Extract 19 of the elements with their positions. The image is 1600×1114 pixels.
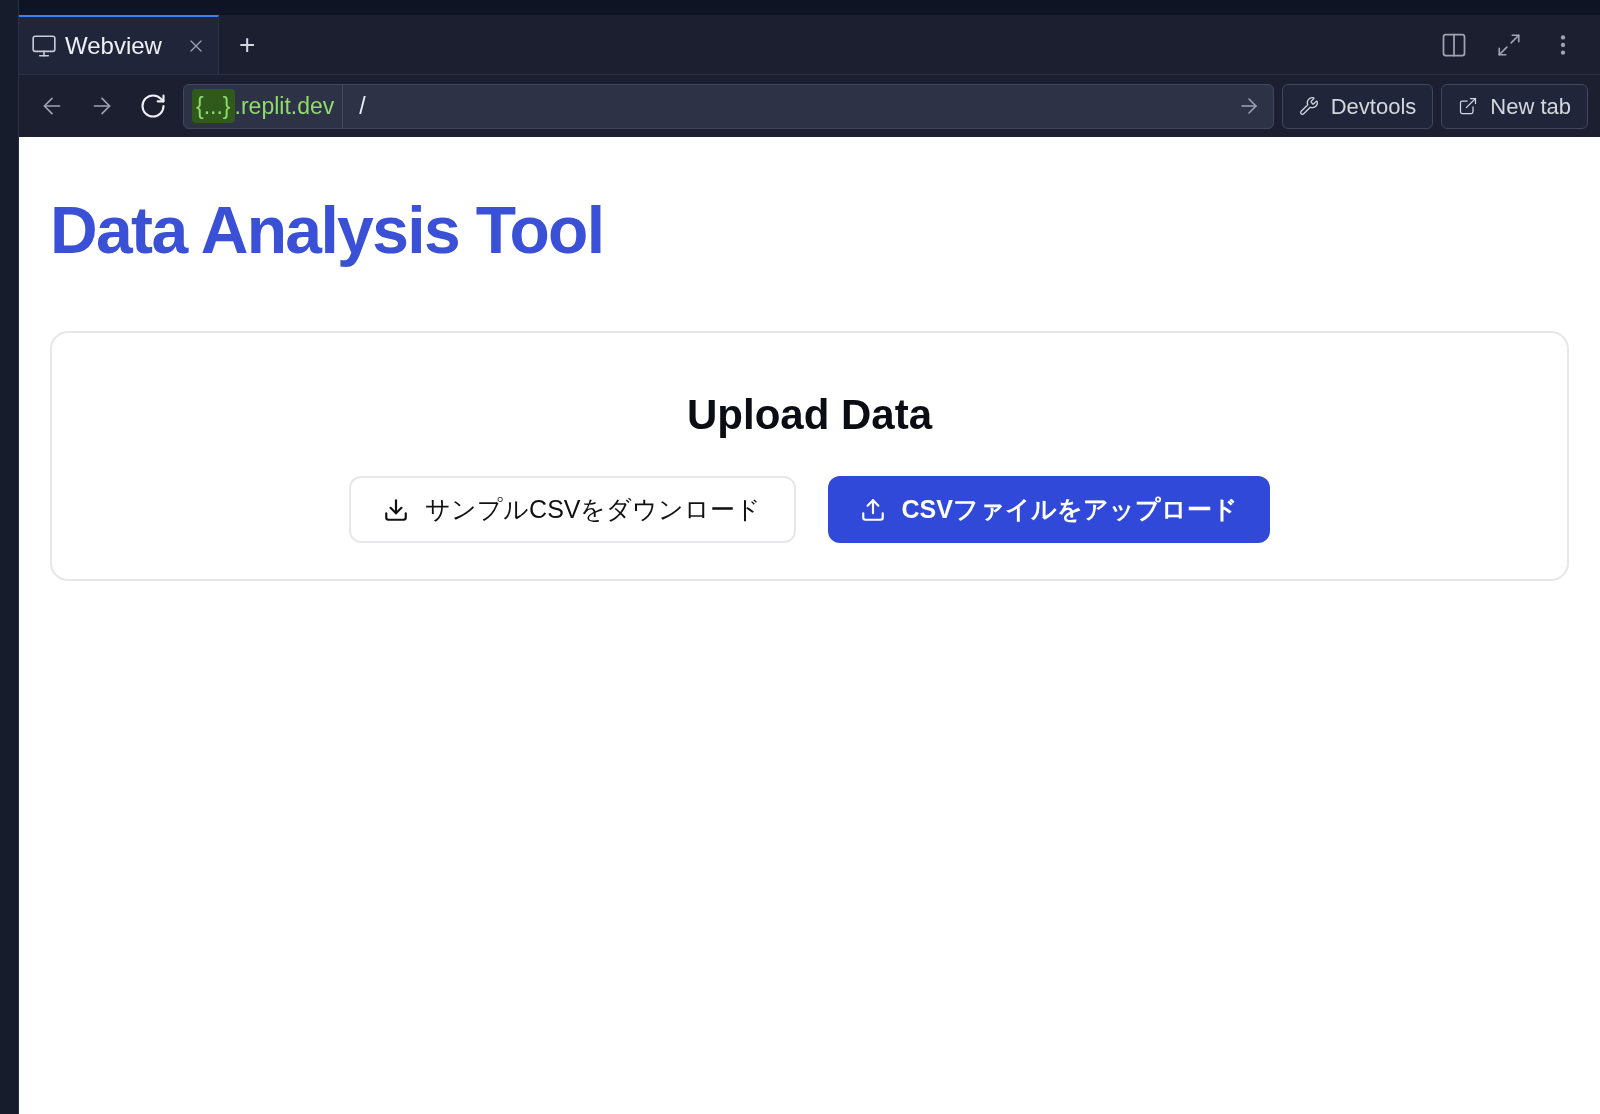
devtools-button[interactable]: Devtools [1281,83,1434,129]
new-tab-button[interactable]: + [219,15,276,74]
download-button[interactable]: サンプルCSVをダウンロード [349,476,796,543]
host-text: .replit.dev [234,91,335,121]
address-field[interactable]: {...} .replit.dev / [183,83,1274,129]
upload-button[interactable]: CSVファイルをアップロード [827,476,1270,543]
reload-icon[interactable] [139,92,167,120]
new-tab-link-button[interactable]: New tab [1441,83,1588,129]
wrench-icon [1298,96,1319,116]
card-heading: Upload Data [687,390,932,440]
expand-icon[interactable] [1496,31,1522,58]
tab-label: Webview [65,30,162,61]
download-icon [383,496,410,523]
host-badge: {...} [192,88,235,124]
monitor-icon [31,32,57,59]
browser-tab[interactable]: Webview [19,15,219,74]
external-link-icon [1458,96,1479,116]
path-text: / [359,91,366,121]
upload-icon [859,496,886,523]
